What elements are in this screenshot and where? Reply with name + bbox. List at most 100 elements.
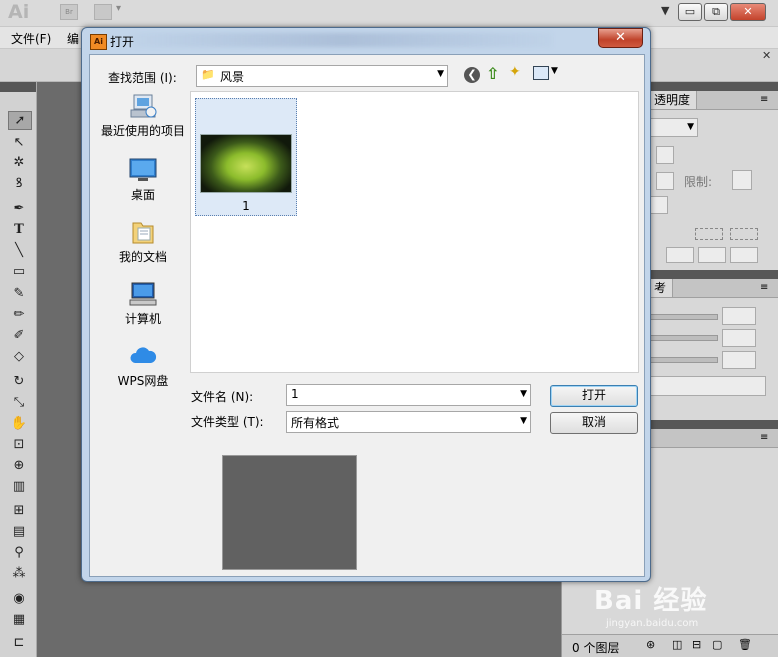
app-close-button[interactable]: ✕ — [730, 3, 766, 21]
locate-object-icon[interactable]: ⊛ — [646, 638, 655, 651]
cancel-button[interactable]: 取消 — [550, 412, 638, 434]
blend-mode-select[interactable]: ▼ — [650, 118, 698, 137]
chevron-down-icon[interactable]: ▼ — [437, 69, 444, 79]
new-folder-icon[interactable]: ✦ — [509, 64, 521, 80]
panel-button[interactable] — [698, 247, 726, 263]
dialog-titlebar[interactable]: Ai 打开 ✕ — [82, 28, 650, 54]
look-in-label: 查找范围 (I): — [108, 71, 177, 85]
layers-count: 0 个图层 — [572, 641, 620, 655]
minimize-button[interactable]: ▭ — [678, 3, 702, 21]
panel-input[interactable] — [722, 307, 756, 325]
panel-slider[interactable] — [650, 314, 718, 320]
pencil-tool-icon[interactable]: ✏ — [8, 306, 30, 323]
folder-icon: 📁 — [201, 68, 215, 81]
tab-transparency[interactable]: 透明度 — [648, 91, 698, 109]
warp-tool-icon[interactable]: ✋ — [8, 415, 30, 432]
place-label: 最近使用的项目 — [100, 124, 185, 138]
free-transform-tool-icon[interactable]: ⊡ — [8, 436, 30, 453]
panel-menu-icon[interactable]: ≡ — [760, 94, 768, 105]
view-menu-icon[interactable] — [533, 66, 549, 80]
tab-reference[interactable]: 考 — [648, 279, 674, 297]
mask-thumbnail[interactable] — [730, 228, 758, 240]
symbol-sprayer-tool-icon[interactable]: ◉ — [8, 590, 30, 607]
graph-tool-icon[interactable]: ▥ — [8, 478, 30, 495]
gradient-tool-icon[interactable]: ▤ — [8, 523, 30, 540]
panel-input[interactable] — [722, 329, 756, 347]
blob-brush-tool-icon[interactable]: ✐ — [8, 327, 30, 344]
menu-edit[interactable]: 编 — [67, 30, 79, 47]
file-type-value: 所有格式 — [291, 416, 340, 430]
place-desktop[interactable]: 桌面 — [96, 157, 190, 203]
documents-icon — [132, 222, 154, 244]
panel-control[interactable] — [656, 172, 674, 190]
menu-file[interactable]: 文件(F) — [11, 30, 51, 47]
watermark-url: jingyan.baidu.com — [606, 618, 699, 629]
place-label: 桌面 — [130, 188, 155, 202]
panel-slider[interactable] — [650, 357, 718, 363]
rotate-tool-icon[interactable]: ↻ — [8, 373, 30, 390]
lasso-tool-icon[interactable]: ꝸ — [8, 175, 30, 192]
panel-slider[interactable] — [650, 335, 718, 341]
place-recent[interactable]: 最近使用的项目 — [96, 93, 190, 139]
panel-menu-icon[interactable]: ≡ — [760, 282, 768, 293]
place-wps-cloud[interactable]: WPS网盘 — [96, 343, 190, 389]
panel-control[interactable] — [650, 196, 668, 214]
desktop-icon — [129, 158, 157, 181]
place-documents[interactable]: 我的文档 — [96, 219, 190, 265]
paintbrush-tool-icon[interactable]: ✎ — [8, 285, 30, 302]
magic-wand-tool-icon[interactable]: ✲ — [8, 154, 30, 171]
arrange-documents-button[interactable] — [94, 4, 112, 20]
dialog-title: 打开 — [110, 35, 135, 49]
panel-input[interactable] — [722, 351, 756, 369]
delete-layer-icon[interactable]: 🗑 — [738, 638, 752, 651]
limit-input[interactable] — [732, 170, 752, 190]
restore-button[interactable]: ⧉ — [704, 3, 728, 21]
dialog-close-button[interactable]: ✕ — [598, 28, 643, 48]
chevron-down-icon[interactable]: ▼ — [520, 416, 527, 426]
column-graph-tool-icon[interactable]: ▦ — [8, 611, 30, 628]
new-layer-icon[interactable]: ▢ — [712, 638, 722, 651]
file-name-value: 1 — [291, 387, 299, 401]
artboard-tool-icon[interactable]: ⊏ — [8, 634, 30, 651]
mesh-tool-icon[interactable]: ⊞ — [8, 502, 30, 519]
dialog-body: 查找范围 (I): 📁 风景 ▼ ❮ ⇧ ✦ ▼ 最近使用的项目 桌面 我的文档… — [89, 54, 645, 577]
eraser-tool-icon[interactable]: ◇ — [8, 348, 30, 365]
open-button[interactable]: 打开 — [550, 385, 638, 407]
panel-menu-icon[interactable]: ≡ — [760, 432, 768, 443]
panel-input[interactable] — [650, 376, 766, 396]
chevron-down-icon[interactable]: ▼ — [551, 66, 558, 76]
preview-pane — [222, 455, 357, 570]
bridge-button[interactable]: Br — [60, 4, 78, 20]
pen-tool-icon[interactable]: ✒ — [8, 200, 30, 217]
look-in-select[interactable]: 📁 风景 ▼ — [196, 65, 448, 87]
file-list[interactable]: 1 — [190, 91, 639, 373]
panel-button[interactable] — [730, 247, 758, 263]
type-tool-icon[interactable]: T — [8, 221, 30, 238]
selection-tool-icon[interactable]: ➚ — [8, 111, 32, 130]
tools-panel-header[interactable] — [0, 82, 36, 92]
file-name-input[interactable]: 1 ▼ — [286, 384, 531, 406]
eyedropper-tool-icon[interactable]: ⚲ — [8, 544, 30, 561]
close-icon[interactable]: ✕ — [762, 49, 771, 62]
blend-tool-icon[interactable]: ⁂ — [8, 565, 30, 582]
file-item[interactable]: 1 — [195, 98, 297, 216]
workspace-switcher-icon[interactable]: ▼ — [661, 4, 669, 17]
cloud-drive-icon — [130, 347, 157, 363]
file-type-select[interactable]: 所有格式 ▼ — [286, 411, 531, 433]
shape-builder-tool-icon[interactable]: ⊕ — [8, 457, 30, 474]
place-computer[interactable]: 计算机 — [96, 281, 190, 327]
chevron-down-icon[interactable]: ▼ — [520, 389, 527, 399]
new-sublayer-icon[interactable]: ⊟ — [692, 638, 701, 651]
back-icon[interactable]: ❮ — [464, 67, 480, 83]
direct-selection-tool-icon[interactable]: ↖ — [8, 134, 30, 151]
mask-thumbnail[interactable] — [695, 228, 723, 240]
blurred-background-menu — [132, 33, 552, 47]
panel-button[interactable] — [666, 247, 694, 263]
up-folder-icon[interactable]: ⇧ — [486, 64, 499, 83]
make-clipping-mask-icon[interactable]: ◫ — [672, 638, 682, 651]
line-tool-icon[interactable]: ╲ — [8, 242, 30, 259]
chevron-down-icon[interactable]: ▾ — [116, 3, 121, 14]
panel-control[interactable] — [656, 146, 674, 164]
scale-tool-icon[interactable]: ⤡ — [8, 394, 30, 411]
rectangle-tool-icon[interactable]: ▭ — [8, 263, 30, 280]
